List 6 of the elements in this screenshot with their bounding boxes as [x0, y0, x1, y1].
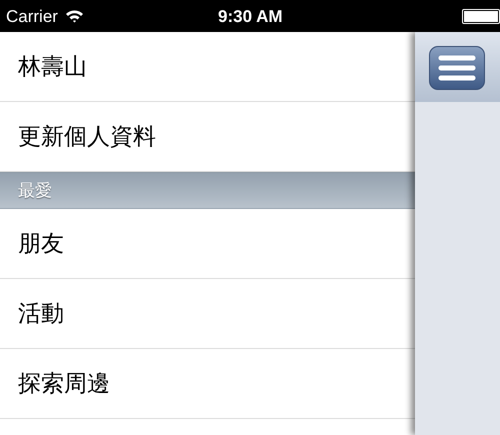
menu-button[interactable]	[429, 46, 485, 90]
menu-icon	[438, 55, 476, 81]
wifi-icon	[64, 9, 84, 23]
carrier-name: Carrier	[6, 8, 58, 24]
section-header: 最愛	[0, 172, 415, 209]
clock-time: 9:30 AM	[218, 8, 283, 25]
